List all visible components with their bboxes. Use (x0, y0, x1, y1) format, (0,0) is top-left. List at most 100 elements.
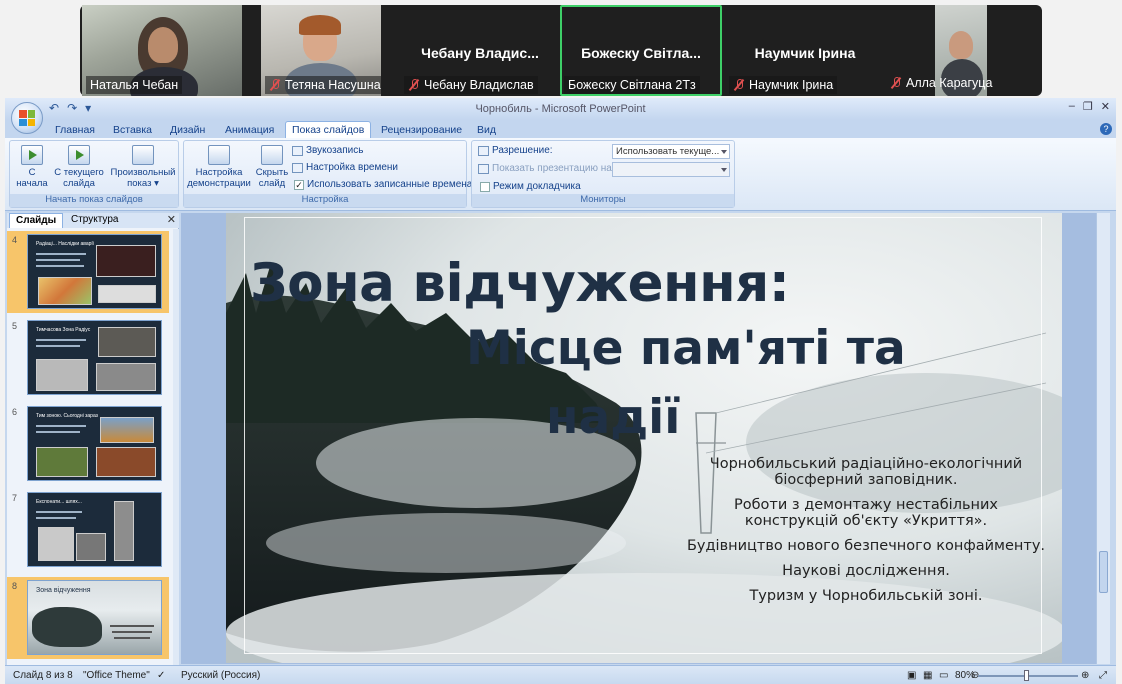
hide-slide-button[interactable]: Скрыть слайд (254, 143, 290, 189)
presenter-view-label: Режим докладчика (493, 181, 581, 192)
use-timings-checkbox[interactable]: ✓ Использовать записанные времена (294, 179, 472, 190)
slide-body-text[interactable]: Чорнобильський радіаційно-екологічний бі… (686, 456, 1046, 613)
thumbnail-title: Зона відчуження (36, 587, 91, 594)
slide-title-line-1[interactable]: Зона відчуження: (250, 253, 790, 314)
thumbnail-image (100, 417, 154, 443)
mic-muted-icon (890, 77, 902, 89)
tab-slides[interactable]: Слайды (9, 213, 64, 228)
tab-insert[interactable]: Вставка (107, 122, 158, 138)
office-logo-icon (19, 110, 35, 126)
thumbnail-image (96, 447, 156, 477)
stopwatch-icon (292, 162, 303, 173)
tab-slide-show[interactable]: Показ слайдов (285, 121, 372, 139)
from-current-label-2: слайда (63, 178, 95, 189)
from-current-label-1: С текущего (54, 167, 104, 178)
from-current-slide-button[interactable]: С текущего слайда (50, 143, 108, 189)
slide-thumbnail: Тим зоною. Сьогодні зараз (27, 406, 162, 481)
slide-thumbnail-row[interactable]: 7 Експонати... шлях... (7, 489, 169, 571)
participant-center-name: Наумчик Ірина (754, 45, 856, 61)
participant-tile[interactable]: Тетяна Насушна (261, 5, 381, 96)
use-timings-label: Использовать записанные времена (307, 179, 473, 190)
mic-muted-icon (408, 79, 420, 91)
from-beginning-button[interactable]: С начала (14, 143, 50, 189)
participant-face (949, 31, 973, 59)
fit-to-window-icon[interactable]: ⤢ (1099, 670, 1107, 681)
participant-tile[interactable]: Чебану Владис... Чебану Владислав (400, 5, 560, 96)
slide-thumbnail-row[interactable]: 6 Тим зоною. Сьогодні зараз (7, 403, 169, 485)
close-icon[interactable]: ✕ (1101, 100, 1110, 113)
thumbnail-text-line (36, 265, 84, 267)
custom-show-button[interactable]: Произвольный показ ▾ (110, 143, 176, 189)
slide-thumbnail-row-current[interactable]: 8 Зона відчуження (7, 577, 169, 659)
spell-check-icon[interactable]: ✓ (157, 670, 165, 681)
theme-name[interactable]: "Office Theme" (83, 670, 150, 681)
slide-number: 6 (12, 407, 18, 417)
group-label: Начать показ слайдов (10, 194, 178, 207)
restore-icon[interactable]: ❐ (1083, 100, 1093, 113)
participant-name-label: Чебану Владислав (404, 76, 538, 94)
group-monitors: Разрешение: Использовать текуще... Показ… (471, 140, 735, 208)
participant-tile[interactable]: Наталья Чебан (82, 5, 242, 96)
thumbnail-text-line (36, 259, 80, 261)
slide-editing-area: Зона відчуження: Місце пам'яті та надії … (181, 213, 1110, 664)
ribbon: С начала С текущего слайда Произвольный … (5, 138, 1116, 211)
thumbnail-image (76, 533, 106, 561)
slide-title-line-2[interactable]: Місце пам'яті та (466, 321, 906, 376)
hide-slide-label-2: слайд (258, 178, 286, 189)
minimize-icon[interactable]: ‒ (1069, 100, 1075, 113)
participant-name-label: Божеску Світлана 2Тз (564, 76, 700, 94)
thumbnail-text-line (36, 431, 80, 433)
show-on-dropdown[interactable] (612, 162, 730, 177)
thumbnail-text-line (36, 425, 86, 427)
slide-show-view-icon[interactable]: ▭ (939, 670, 948, 681)
scrollbar-thumb[interactable] (1099, 551, 1108, 593)
slide-vertical-scrollbar[interactable] (1096, 213, 1110, 664)
presenter-view-checkbox[interactable]: Режим докладчика (480, 181, 581, 192)
setup-show-icon (208, 145, 230, 165)
tab-outline[interactable]: Структура (65, 213, 124, 228)
help-icon[interactable]: ? (1100, 123, 1112, 135)
participant-tile[interactable]: Наумчик Ірина Наумчик Ірина (725, 5, 885, 96)
zoom-slider-knob[interactable] (1024, 670, 1029, 681)
slide-counter: Слайд 8 из 8 (13, 670, 73, 681)
panel-scrollbar[interactable] (173, 229, 179, 665)
setup-show-button[interactable]: Настройка демонстрации (186, 143, 252, 189)
mic-muted-icon (269, 79, 281, 91)
tab-review[interactable]: Рецензирование (375, 122, 468, 138)
record-narration-button[interactable]: Звукозапись (292, 145, 363, 156)
zoom-in-icon[interactable]: ⊕ (1081, 670, 1089, 681)
tab-view[interactable]: Вид (471, 122, 502, 138)
body-paragraph: Туризм у Чорнобильській зоні. (749, 588, 983, 604)
current-slide[interactable]: Зона відчуження: Місце пам'яті та надії … (226, 213, 1062, 663)
thumbnail-text-line (112, 631, 152, 633)
slide-thumbnail-row[interactable]: 4 Радіаці... Наслідки аварії (7, 231, 169, 313)
tab-design[interactable]: Дизайн (164, 122, 211, 138)
close-panel-icon[interactable]: ✕ (167, 213, 176, 226)
office-button[interactable] (11, 102, 43, 134)
resolution-label: Разрешение: (478, 145, 553, 156)
slide-thumbnail: Експонати... шлях... (27, 492, 162, 567)
language-indicator[interactable]: Русский (Россия) (181, 670, 260, 681)
title-bar: ↶ ↷ ▾ Чорнобиль - Microsoft PowerPoint ‒… (5, 98, 1116, 120)
play-from-current-icon (68, 145, 90, 165)
group-label: Настройка (184, 194, 466, 207)
thumbnail-image (98, 285, 156, 303)
resolution-dropdown[interactable]: Использовать текуще... (612, 144, 730, 159)
slide-sorter-icon[interactable]: ▦ (923, 670, 932, 681)
slide-number: 5 (12, 321, 18, 331)
slide-thumbnail-row[interactable]: 5 Тимчасова Зона Радіус (7, 317, 169, 399)
participant-tile-active-speaker[interactable]: Божеску Світла... Божеску Світлана 2Тз (560, 5, 722, 96)
from-beginning-label-2: начала (16, 178, 48, 189)
checkbox-checked-icon: ✓ (294, 179, 304, 190)
thumbnail-text-line (36, 511, 82, 513)
thumbnail-text-line (36, 345, 80, 347)
slide-title-line-3[interactable]: надії (546, 390, 680, 445)
tab-animation[interactable]: Анимация (219, 122, 280, 138)
play-from-start-icon (21, 145, 43, 165)
rehearse-timings-button[interactable]: Настройка времени (292, 162, 398, 173)
tab-home[interactable]: Главная (49, 122, 101, 138)
participant-name-label: Наталья Чебан (86, 76, 183, 94)
normal-view-icon[interactable]: ▣ (907, 670, 916, 681)
group-setup: Настройка демонстрации Скрыть слайд Звук… (183, 140, 472, 208)
body-paragraph: Роботи з демонтажу нестабільних конструк… (733, 497, 999, 529)
